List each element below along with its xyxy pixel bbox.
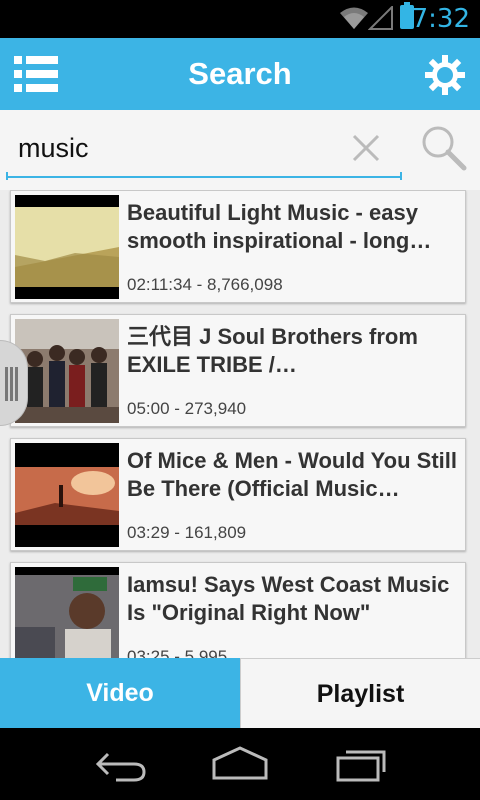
- results-list: Beautiful Light Music - easy smooth insp…: [0, 190, 480, 658]
- navigation-bar: [0, 728, 480, 800]
- home-icon[interactable]: [210, 744, 270, 784]
- video-meta: 02:11:34 - 8,766,098: [127, 275, 283, 294]
- list-item[interactable]: 三代目 J Soul Brothers from EXILE TRIBE /… …: [10, 314, 466, 427]
- search-icon[interactable]: [418, 122, 470, 174]
- status-clock: 7:32: [411, 4, 470, 34]
- signal-icon: [368, 6, 393, 30]
- tab-video[interactable]: Video: [0, 658, 240, 728]
- bottom-tab-bar: Video Playlist: [0, 658, 480, 728]
- video-meta: 03:25 - 5,995: [127, 647, 228, 658]
- list-item[interactable]: Of Mice & Men - Would You Still Be There…: [10, 438, 466, 551]
- gear-icon[interactable]: [424, 54, 466, 96]
- video-meta: 05:00 - 273,940: [127, 399, 247, 418]
- list-item[interactable]: Iamsu! Says West Coast Music Is "Origina…: [10, 562, 466, 658]
- video-meta: 03:29 - 161,809: [127, 523, 247, 542]
- tab-playlist[interactable]: Playlist: [240, 658, 480, 728]
- page-title: Search: [188, 56, 292, 91]
- search-input-edge: [400, 172, 402, 180]
- search-bar: [0, 110, 480, 190]
- back-icon[interactable]: [90, 744, 150, 784]
- video-title: Beautiful Light Music - easy smooth insp…: [127, 200, 432, 253]
- video-title: Iamsu! Says West Coast Music Is "Origina…: [127, 572, 450, 625]
- video-thumbnail: [15, 195, 119, 299]
- recents-icon[interactable]: [332, 744, 392, 784]
- status-bar: 7:32: [0, 0, 480, 38]
- video-thumbnail: [15, 567, 119, 658]
- video-thumbnail: [15, 319, 119, 423]
- video-thumbnail: [15, 443, 119, 547]
- video-title: Of Mice & Men - Would You Still Be There…: [127, 448, 457, 501]
- search-input[interactable]: [6, 120, 402, 178]
- video-title: 三代目 J Soul Brothers from EXILE TRIBE /…: [127, 324, 418, 377]
- wifi-icon: [340, 7, 368, 29]
- action-bar: Search: [0, 38, 480, 110]
- close-icon[interactable]: [348, 130, 384, 166]
- search-input-edge: [6, 172, 8, 180]
- list-item[interactable]: Beautiful Light Music - easy smooth insp…: [10, 190, 466, 303]
